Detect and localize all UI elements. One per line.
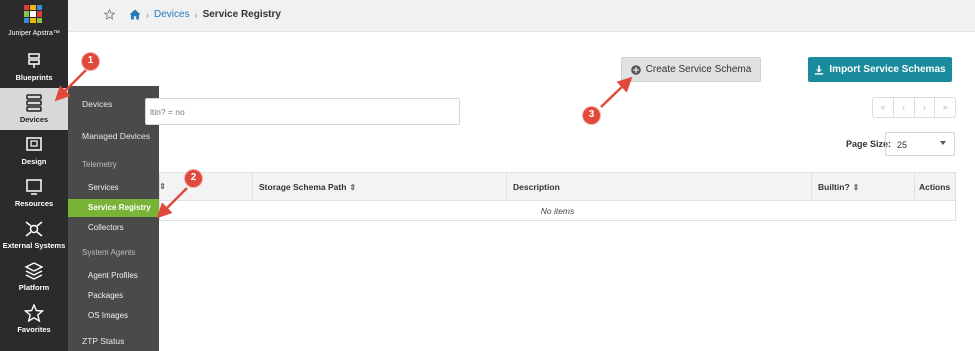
callout-badge-1: 1 (81, 52, 100, 71)
callout-badge-3: 3 (582, 106, 601, 125)
callout-arrow-2 (156, 187, 188, 219)
callout-badge-2: 2 (184, 169, 203, 188)
callout-arrows (54, 69, 633, 219)
callout-arrow-1 (54, 69, 87, 102)
callout-arrow-3 (600, 76, 633, 108)
